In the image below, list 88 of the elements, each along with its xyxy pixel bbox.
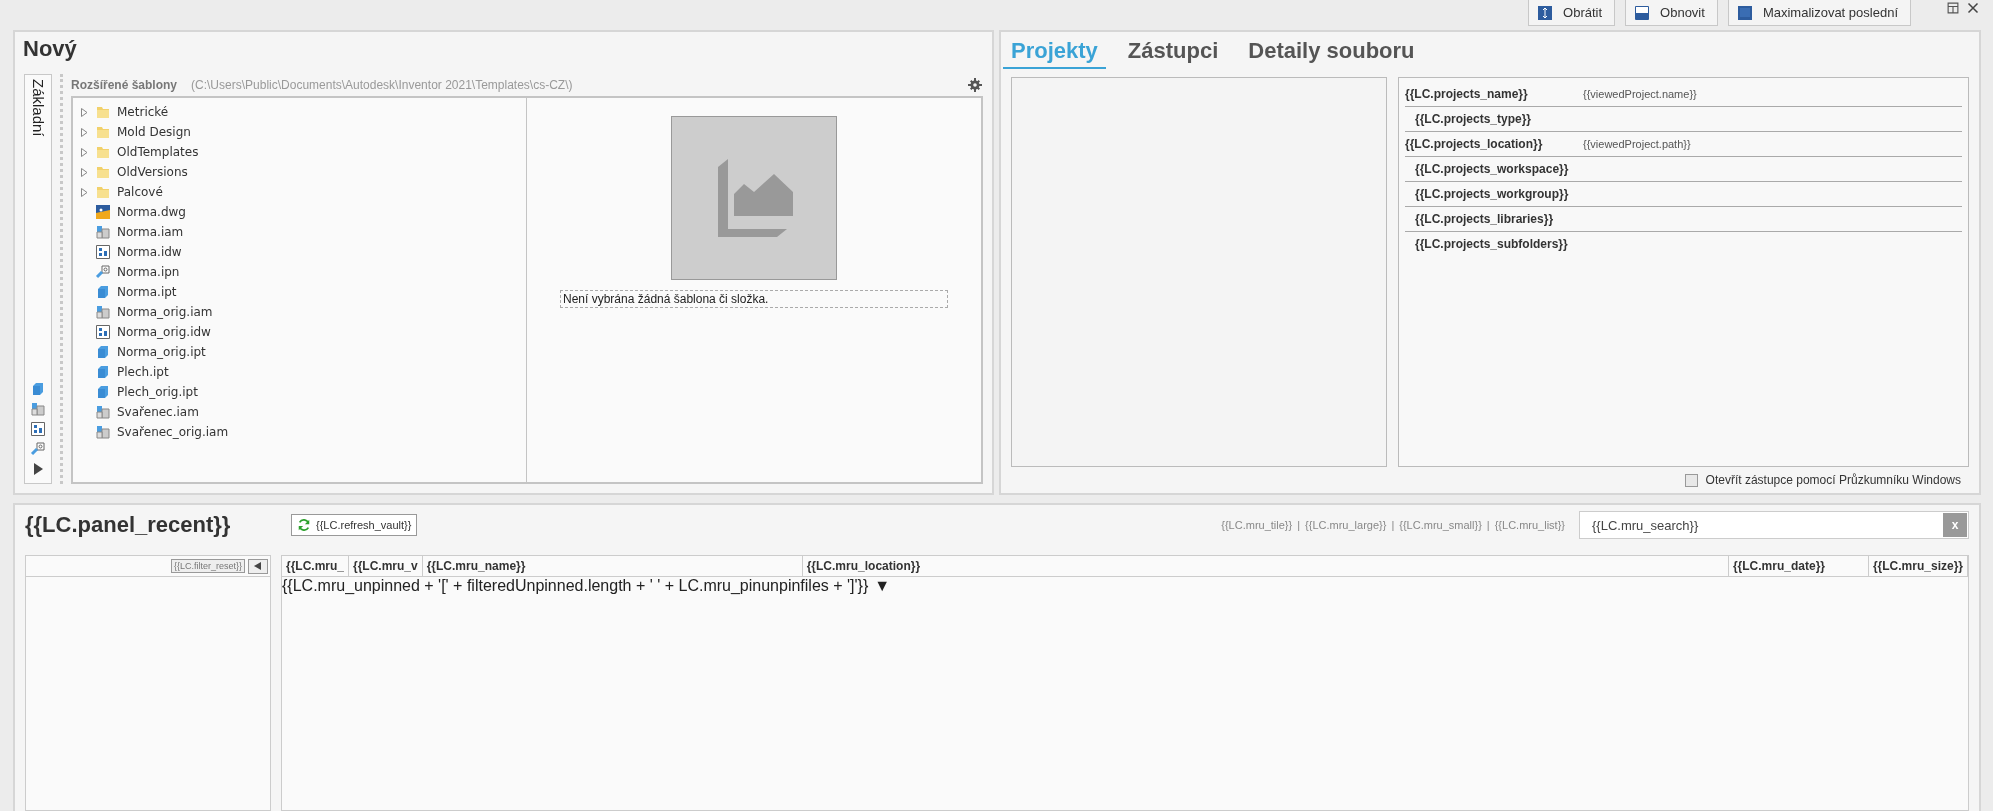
assembly-icon [30, 401, 46, 417]
tree-item[interactable]: OldVersions [117, 165, 188, 179]
swap-icon [1537, 4, 1554, 21]
detail-value: {{viewedProject.path}} [1583, 138, 1691, 150]
sheet-icon [95, 244, 111, 260]
tree-item[interactable]: Norma.ipt [117, 285, 177, 299]
assembly-icon [95, 224, 111, 240]
tab[interactable]: Zástupci [1119, 35, 1227, 69]
filter-reset-button[interactable]: {{LC.filter_reset}} [170, 559, 245, 573]
side-tab-label: Základní [29, 79, 47, 137]
folder-icon [95, 184, 111, 200]
part-icon [95, 344, 111, 360]
side-tab[interactable]: Základní [24, 74, 52, 484]
detail-value: {{viewedProject.name}} [1583, 88, 1697, 100]
tree-item[interactable]: Svařenec.iam [117, 405, 199, 419]
tree-item[interactable]: Norma_orig.ipt [117, 345, 206, 359]
layout-icon [1947, 2, 1959, 14]
column-header[interactable]: {{LC.mru_location}} [802, 556, 1729, 576]
detail-label: {{LC.projects_subfolders}} [1414, 237, 1569, 251]
part-icon [95, 364, 111, 380]
folder-icon [95, 124, 111, 140]
column-header[interactable]: {{LC.mru_ [282, 556, 349, 576]
tree-item[interactable]: Norma.ipn [117, 265, 180, 279]
group-header: {{LC.mru_unpinned + '[' + filteredUnpinned.length + ' ' + LC.mru_pinunpinfiles + ']'}} [282, 577, 869, 595]
expand-icon[interactable] [80, 147, 88, 157]
tree-item[interactable]: Svařenec_orig.iam [117, 425, 229, 439]
settings-icon [967, 77, 983, 93]
collapse-button[interactable] [248, 558, 268, 574]
tab[interactable]: Detaily souboru [1240, 35, 1423, 69]
triangle-icon [253, 561, 263, 571]
tree-item[interactable]: Norma.iam [117, 225, 184, 239]
group-toggle[interactable]: ▼ [874, 577, 891, 595]
templates-path: (C:\Users\Public\Documents\Autodesk\Inventor 2021\Templates\cs-CZ\) [191, 78, 574, 92]
part-icon [95, 384, 111, 400]
tree-item[interactable]: Norma.idw [117, 245, 182, 259]
column-header[interactable]: {{LC.mru_size}} [1868, 556, 1968, 576]
maximize-icon [1736, 4, 1753, 21]
assembly-icon [95, 404, 111, 420]
separator: | [1486, 519, 1490, 531]
toolbar-button[interactable]: Obnovit [1625, 0, 1718, 26]
tree-item[interactable]: Norma.dwg [117, 205, 186, 219]
close-icon [1967, 2, 1979, 14]
tree-item[interactable]: Norma_orig.idw [117, 325, 211, 339]
tree-item[interactable]: OldTemplates [117, 145, 199, 159]
detail-label: {{LC.projects_name}} [1405, 87, 1529, 101]
expand-icon[interactable] [80, 127, 88, 137]
column-header[interactable]: {{LC.mru_date}} [1728, 556, 1869, 576]
assembly-icon [95, 304, 111, 320]
sheet-icon [95, 324, 111, 340]
folder-icon [95, 164, 111, 180]
checkbox-label: Otevřít zástupce pomocí Průzkumníku Windows [1705, 473, 1961, 487]
part-icon [30, 381, 46, 397]
expand-icon[interactable] [80, 187, 88, 197]
separator: | [1297, 519, 1301, 531]
tree-item[interactable]: Plech.ipt [117, 365, 169, 379]
tree-item[interactable]: Palcové [117, 185, 163, 199]
detail-label: {{LC.projects_libraries}} [1414, 212, 1555, 226]
refresh-icon [297, 518, 311, 532]
checkbox[interactable] [1684, 473, 1698, 487]
detail-label: {{LC.projects_type}} [1414, 112, 1533, 126]
separator: | [1391, 519, 1395, 531]
expand-icon[interactable] [80, 167, 88, 177]
presentation-icon [30, 441, 46, 457]
folder-icon [95, 144, 111, 160]
folder-icon [95, 104, 111, 120]
tree-item[interactable]: Metrické [117, 105, 169, 119]
expand-icon[interactable] [80, 107, 88, 117]
refresh-button[interactable]: {{LC.refresh_vault}} [291, 514, 418, 536]
assembly-icon [95, 424, 111, 440]
panel-title: Nový [22, 35, 78, 63]
presentation-icon [95, 264, 111, 280]
toolbar-button[interactable]: Maximalizovat poslední [1727, 0, 1911, 26]
preview-caption: Není vybrána žádná šablona či složka. [560, 290, 948, 308]
templates-label: Rozšířené šablony [71, 78, 178, 92]
drawing-file-icon [95, 204, 111, 220]
panel-title: {{LC.panel_recent}} [25, 512, 232, 538]
column-header[interactable]: {{LC.mru_v [349, 556, 423, 576]
sheet-icon [30, 421, 46, 437]
detail-label: {{LC.projects_workspace}} [1414, 162, 1570, 176]
tree-item[interactable]: Mold Design [117, 125, 191, 139]
part-icon [95, 284, 111, 300]
restore-icon [1634, 4, 1651, 21]
detail-label: {{LC.projects_location}} [1405, 137, 1544, 151]
detail-label: {{LC.projects_workgroup}} [1414, 187, 1570, 201]
tree-item[interactable]: Norma_orig.iam [117, 305, 213, 319]
toolbar-button[interactable]: Obrátit [1528, 0, 1616, 26]
tree-item[interactable]: Plech_orig.ipt [117, 385, 198, 399]
column-header[interactable]: {{LC.mru_name}} [422, 556, 803, 576]
